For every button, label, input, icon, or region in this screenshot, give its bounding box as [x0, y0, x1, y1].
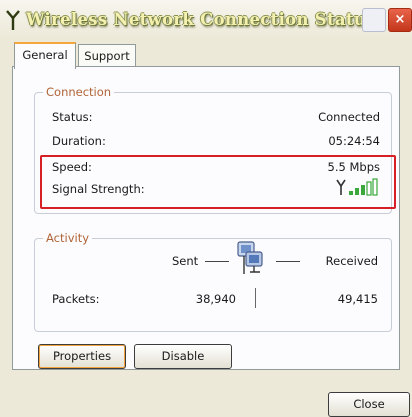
sent-divider-line	[205, 261, 229, 262]
speed-value: 5.5 Mbps	[327, 160, 380, 174]
packets-divider	[255, 288, 256, 308]
wireless-antenna-icon	[6, 10, 20, 30]
status-label: Status:	[52, 110, 93, 124]
close-window-button[interactable]: ×	[388, 8, 412, 32]
tab-support[interactable]: Support	[78, 44, 136, 67]
status-value: Connected	[318, 110, 380, 124]
close-button[interactable]: Close	[328, 392, 410, 417]
connection-group-title: Connection	[43, 85, 115, 99]
speed-label: Speed:	[52, 160, 92, 174]
window-title: Wireless Network Connection Status	[26, 10, 376, 29]
sent-label: Sent	[172, 254, 199, 268]
activity-group-title: Activity	[43, 231, 93, 245]
packets-received-value: 49,415	[337, 292, 378, 306]
disable-button[interactable]: Disable	[134, 344, 232, 369]
duration-value: 05:24:54	[328, 134, 380, 148]
tab-general[interactable]: General	[14, 42, 76, 69]
activity-group: Activity	[34, 231, 392, 332]
title-bar[interactable]: Wireless Network Connection Status ×	[0, 0, 412, 40]
packets-sent-value: 38,940	[195, 292, 236, 306]
signal-strength-label: Signal Strength:	[52, 182, 145, 196]
received-divider-line	[276, 261, 300, 262]
duration-label: Duration:	[52, 134, 106, 148]
packets-label: Packets:	[52, 292, 100, 306]
properties-button[interactable]: Properties	[38, 344, 126, 369]
received-label: Received	[325, 254, 378, 268]
signal-strength-icon	[336, 178, 378, 196]
help-button[interactable]	[362, 8, 386, 32]
network-computers-icon	[237, 241, 263, 274]
